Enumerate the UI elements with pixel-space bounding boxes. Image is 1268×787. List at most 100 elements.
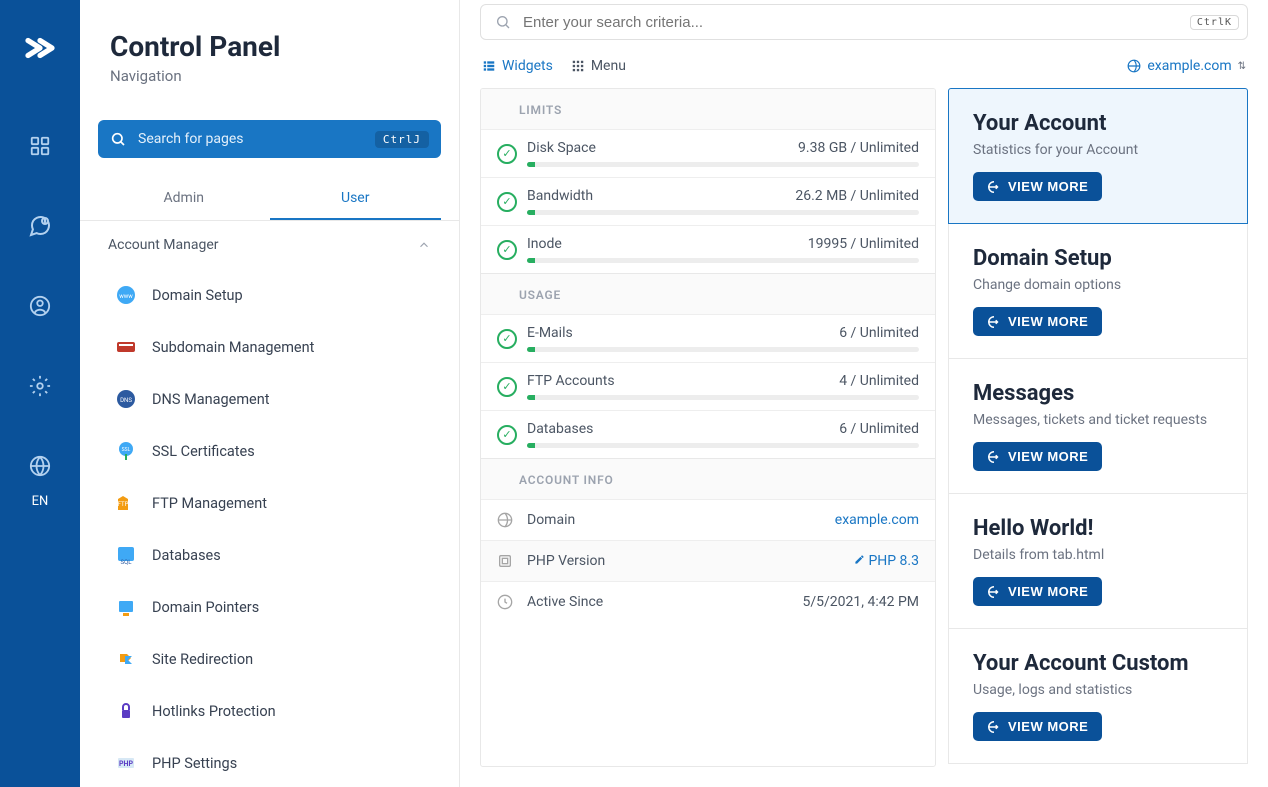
limit-row: ✓ FTP Accounts4 / Unlimited [481, 362, 935, 410]
limit-name: FTP Accounts [527, 373, 615, 389]
app-logo-icon[interactable] [22, 30, 58, 66]
sidebar: Control Panel Navigation Search for page… [80, 0, 460, 787]
svg-text:SQL: SQL [121, 559, 133, 566]
view-more-button[interactable]: VIEW MORE [973, 577, 1102, 606]
sidebar-search[interactable]: Search for pages CtrlJ [98, 120, 441, 158]
sidebar-item-ftp-management[interactable]: FTP FTP Management [80, 477, 459, 529]
nav-item-icon [114, 595, 138, 619]
info-value[interactable]: example.com [835, 512, 919, 528]
card-title: Your Account Custom [973, 651, 1223, 676]
sidebar-item-domain-pointers[interactable]: Domain Pointers [80, 581, 459, 633]
sidebar-search-kbd: CtrlJ [375, 131, 429, 148]
stats-panel: LIMITS ✓ Disk Space9.38 GB / Unlimited ✓… [480, 88, 936, 767]
rail-user-icon[interactable] [20, 286, 60, 326]
nav-item-label: Hotlinks Protection [152, 703, 276, 720]
view-more-button[interactable]: VIEW MORE [973, 442, 1102, 471]
main-search-input[interactable] [523, 14, 1190, 31]
sidebar-title: Control Panel [110, 30, 429, 63]
view-more-label: VIEW MORE [1008, 719, 1088, 734]
card-desc: Messages, tickets and ticket requests [973, 412, 1223, 428]
rail-gear-icon[interactable] [20, 366, 60, 406]
dashboard-card: Hello World! Details from tab.html VIEW … [948, 494, 1248, 629]
limit-value: 19995 / Unlimited [808, 236, 919, 252]
nav-item-label: Databases [152, 547, 221, 564]
dashboard-card: Domain Setup Change domain options VIEW … [948, 224, 1248, 359]
svg-text:FTP: FTP [118, 501, 129, 508]
icon-rail: ! EN [0, 0, 80, 787]
sidebar-item-site-redirection[interactable]: Site Redirection [80, 633, 459, 685]
nav-item-icon [114, 335, 138, 359]
globe-icon [1127, 59, 1141, 73]
svg-text:!: ! [44, 219, 45, 225]
nav-item-label: Domain Setup [152, 287, 243, 304]
limit-name: Disk Space [527, 140, 596, 156]
sidebar-item-databases[interactable]: SQL Databases [80, 529, 459, 581]
sidebar-item-ssl-certificates[interactable]: SSL SSL Certificates [80, 425, 459, 477]
grid-icon [571, 59, 585, 73]
toolbar-widgets-label: Widgets [502, 58, 553, 74]
svg-text:PHP: PHP [119, 760, 133, 768]
info-row: Active Since 5/5/2021, 4:42 PM [481, 581, 935, 622]
list-icon [482, 59, 496, 73]
nav-item-icon: SSL [114, 439, 138, 463]
info-label: Active Since [527, 594, 802, 610]
limit-name: Inode [527, 236, 562, 252]
sidebar-item-php-settings[interactable]: PHP PHP Settings [80, 737, 459, 787]
chevron-up-icon [417, 238, 431, 252]
view-more-button[interactable]: VIEW MORE [973, 172, 1102, 201]
check-circle-icon: ✓ [497, 144, 517, 164]
nav-item-label: SSL Certificates [152, 443, 255, 460]
rail-dashboard-icon[interactable] [20, 126, 60, 166]
main-search[interactable]: CtrlK [480, 4, 1248, 40]
toolbar-domain-switcher[interactable]: example.com ⇅ [1127, 58, 1246, 74]
limit-value: 26.2 MB / Unlimited [795, 188, 919, 204]
limit-bar [527, 395, 919, 400]
tab-admin[interactable]: Admin [98, 178, 270, 220]
info-label: PHP Version [527, 553, 854, 569]
rail-chat-icon[interactable]: ! [20, 206, 60, 246]
sidebar-search-placeholder: Search for pages [138, 131, 375, 147]
sidebar-section-account-manager[interactable]: Account Manager [80, 221, 459, 269]
limit-bar [527, 210, 919, 215]
card-desc: Usage, logs and statistics [973, 682, 1223, 698]
limit-name: E-Mails [527, 325, 573, 341]
sidebar-item-subdomain-management[interactable]: Subdomain Management [80, 321, 459, 373]
card-title: Your Account [973, 111, 1223, 136]
view-more-button[interactable]: VIEW MORE [973, 712, 1102, 741]
sidebar-section-label: Account Manager [108, 237, 219, 253]
limit-row: ✓ Disk Space9.38 GB / Unlimited [481, 129, 935, 177]
tab-user[interactable]: User [270, 178, 442, 220]
info-value[interactable]: PHP 8.3 [854, 553, 919, 569]
limits-section-label: LIMITS [481, 89, 935, 129]
toolbar-widgets[interactable]: Widgets [482, 58, 553, 74]
sidebar-item-domain-setup[interactable]: www Domain Setup [80, 269, 459, 321]
limit-name: Bandwidth [527, 188, 593, 204]
view-more-label: VIEW MORE [1008, 179, 1088, 194]
sidebar-item-hotlinks-protection[interactable]: Hotlinks Protection [80, 685, 459, 737]
nav-item-label: PHP Settings [152, 755, 237, 772]
main-search-kbd: CtrlK [1190, 15, 1239, 30]
sidebar-item-dns-management[interactable]: DNSDNS Management [80, 373, 459, 425]
updown-icon: ⇅ [1238, 61, 1246, 72]
toolbar-menu[interactable]: Menu [571, 58, 626, 74]
search-icon [110, 131, 126, 147]
account-section-label: ACCOUNT INFO [481, 458, 935, 499]
check-circle-icon: ✓ [497, 329, 517, 349]
limit-bar [527, 162, 919, 167]
svg-text:www: www [119, 293, 133, 300]
limit-row: ✓ Inode19995 / Unlimited [481, 225, 935, 273]
view-more-label: VIEW MORE [1008, 314, 1088, 329]
rail-globe-icon[interactable] [20, 446, 60, 486]
info-value: 5/5/2021, 4:42 PM [802, 594, 919, 610]
limit-bar [527, 258, 919, 263]
view-more-button[interactable]: VIEW MORE [973, 307, 1102, 336]
card-desc: Change domain options [973, 277, 1223, 293]
sidebar-tabs: Admin User [80, 178, 459, 221]
rail-lang-label[interactable]: EN [32, 494, 49, 509]
info-row: PHP Version PHP 8.3 [481, 540, 935, 581]
check-circle-icon: ✓ [497, 425, 517, 445]
main-toolbar: Widgets Menu example.com ⇅ [480, 40, 1248, 88]
card-title: Hello World! [973, 516, 1223, 541]
svg-text:DNS: DNS [120, 397, 132, 404]
nav-item-label: FTP Management [152, 495, 267, 512]
